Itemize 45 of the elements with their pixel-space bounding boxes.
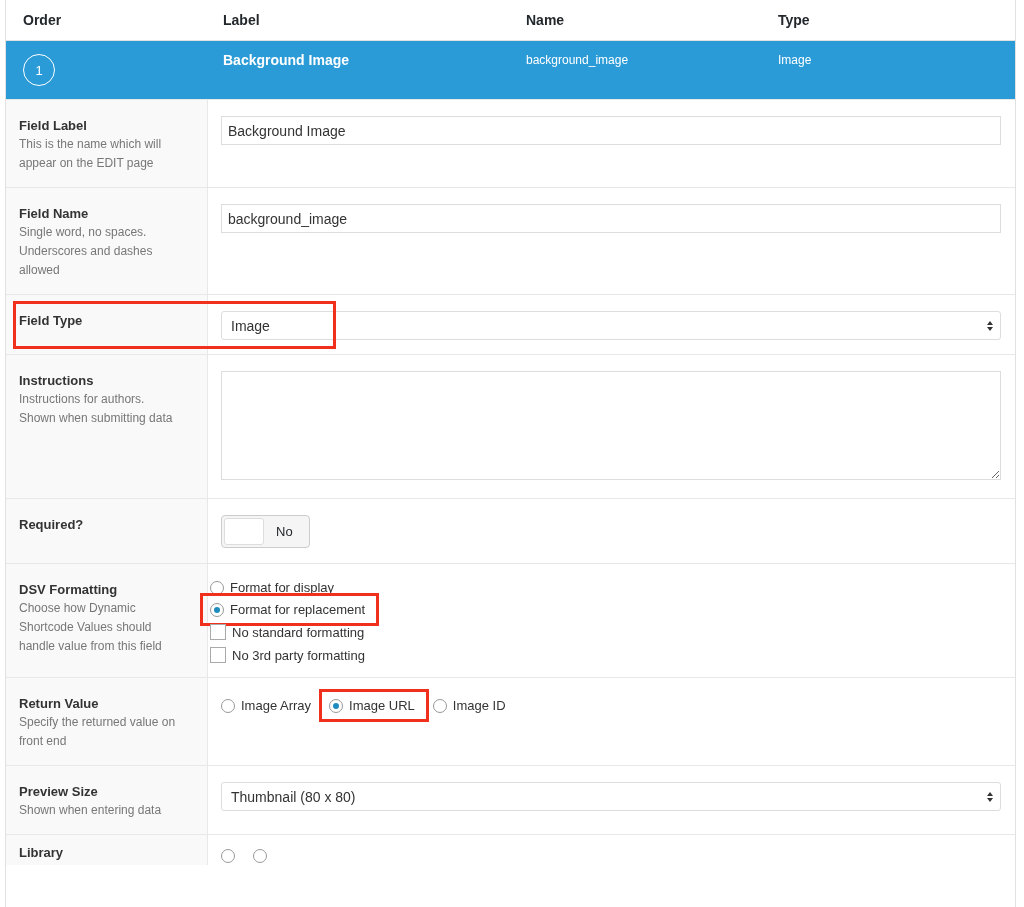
- radio-button[interactable]: [221, 849, 235, 863]
- setting-help-text: Shown when entering data: [19, 802, 163, 819]
- option-label: No standard formatting: [232, 624, 365, 640]
- text-input-field[interactable]: Background Image: [221, 116, 1001, 145]
- radio-button[interactable]: [221, 698, 235, 713]
- setting-help-text: Choose how Dynamic Shortcode Values should handle value from this field: [19, 600, 163, 655]
- option-label: Image ID: [452, 698, 506, 713]
- setting-help-text: Instructions for authors. Shown when submitting data: [19, 391, 174, 427]
- setting-label: Return Value: [19, 696, 100, 711]
- select-dropdown[interactable]: Thumbnail (80 x 80): [221, 782, 1001, 811]
- radio-button[interactable]: [210, 580, 224, 595]
- radio-button[interactable]: [329, 698, 344, 713]
- setting-label: Instructions: [19, 373, 95, 388]
- setting-label: Field Name: [19, 206, 90, 221]
- option-label: Format for display: [230, 580, 335, 595]
- setting-label: Required?: [19, 517, 85, 532]
- field-type-text: Image: [777, 53, 812, 67]
- toggle-switch[interactable]: No: [221, 515, 310, 548]
- checkbox[interactable]: [210, 647, 226, 663]
- updown-arrows-icon: [986, 790, 994, 803]
- column-header: Name: [525, 12, 566, 28]
- field-name-text: background_image: [525, 53, 630, 67]
- option-label: No 3rd party formatting: [232, 647, 365, 663]
- radio-button[interactable]: [210, 602, 224, 617]
- setting-help-text: Specify the returned value on front end: [19, 714, 177, 750]
- setting-label: Preview Size: [19, 784, 99, 799]
- setting-label: Field Label: [19, 118, 88, 133]
- column-header: Order: [22, 12, 63, 28]
- radio-button[interactable]: [432, 698, 447, 713]
- option-label: Image Array: [241, 698, 312, 713]
- updown-arrows-icon: [986, 319, 994, 332]
- checkbox[interactable]: [210, 624, 226, 640]
- setting-help-text: Single word, no spaces. Underscores and dashes allowed: [19, 224, 154, 279]
- select-dropdown[interactable]: Image: [221, 311, 1001, 340]
- setting-help-text: This is the name which will appear on the EDIT page: [19, 136, 163, 172]
- option-label: Image URL: [349, 698, 415, 713]
- option-label: Format for replacement: [230, 602, 366, 617]
- column-header: Label: [222, 12, 261, 28]
- setting-label: DSV Formatting: [19, 582, 119, 597]
- setting-label: Library: [19, 845, 65, 860]
- instructions-textarea[interactable]: [221, 371, 1001, 480]
- text-input-field[interactable]: background_image: [221, 204, 1001, 233]
- radio-button[interactable]: [253, 849, 267, 863]
- setting-label: Field Type: [19, 313, 84, 328]
- column-header: Type: [777, 12, 810, 28]
